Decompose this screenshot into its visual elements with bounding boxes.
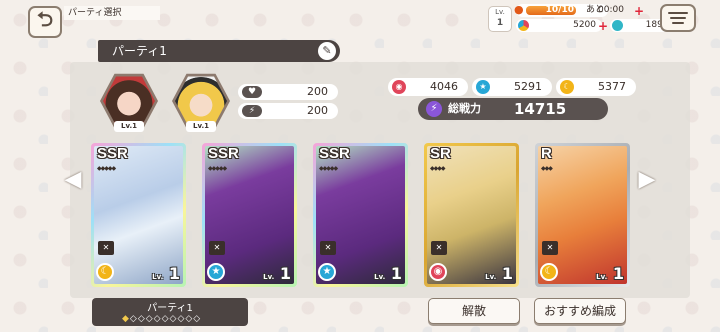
- menu-line-icon: [672, 22, 684, 24]
- screen-title: パーティ選択: [64, 6, 160, 20]
- card-rarity: SSR: [319, 145, 350, 162]
- moon-icon: ☾: [560, 80, 574, 94]
- heart-icon: ♥: [242, 86, 262, 98]
- gem-icon: [612, 20, 623, 31]
- card-rarity: SR: [430, 145, 451, 162]
- party-selector-tab[interactable]: パーティ1 ◆◇◇◇◇◇◇◇◇◇: [92, 298, 248, 326]
- card-level: Lv. 1: [263, 264, 291, 283]
- hp-stat: ♥ 200: [238, 84, 338, 100]
- card-level: Lv. 1: [152, 264, 180, 283]
- coin-value: 5200: [573, 20, 596, 30]
- cost-value: 200: [307, 104, 328, 117]
- moon-type-icon: ☾: [96, 263, 114, 281]
- card-stars-icon: ◆◆◆: [541, 165, 553, 172]
- card-level-label: Lv.: [485, 273, 497, 281]
- card-level-value: 1: [390, 264, 402, 283]
- coin-icon: [518, 20, 529, 31]
- leader-level: Lv.1: [114, 121, 144, 132]
- edit-name-icon[interactable]: ✎: [318, 42, 336, 60]
- party-card-2[interactable]: SSR ◆◆◆◆◆ ✕ ★ Lv. 1: [202, 143, 297, 287]
- card-level: Lv. 1: [374, 264, 402, 283]
- card-stars-icon: ◆◆◆◆: [430, 165, 446, 172]
- leader-slot-2[interactable]: Lv.1: [172, 72, 230, 132]
- card-level: Lv. 1: [485, 264, 513, 283]
- party-card-4[interactable]: SR ◆◆◆◆ ✕ ◉ Lv. 1: [424, 143, 519, 287]
- card-stars-icon: ◆◆◆◆◆: [208, 165, 227, 172]
- party-name-bar: パーティ1: [98, 40, 340, 62]
- card-level-label: Lv.: [152, 273, 164, 281]
- card-rarity: R: [541, 145, 552, 162]
- disband-button[interactable]: 解散: [428, 298, 520, 324]
- cost-stat: ⚡ 200: [238, 103, 338, 119]
- card-skill-icon: ✕: [542, 241, 558, 255]
- card-level: Lv. 1: [596, 264, 624, 283]
- total-power-bar: ⚡ 総戦力 14715: [418, 98, 608, 120]
- back-arrow-icon: ⮌: [36, 7, 54, 31]
- total-power-value: 14715: [514, 100, 567, 118]
- lightning-icon: ⚡: [426, 101, 442, 117]
- menu-line-icon: [670, 17, 686, 19]
- card-level-value: 1: [279, 264, 291, 283]
- blue-stat-value: 5291: [514, 80, 542, 93]
- red-type-icon: ◉: [392, 80, 406, 94]
- prev-party-arrow-icon[interactable]: ◀: [64, 166, 82, 194]
- next-party-arrow-icon[interactable]: ▶: [638, 166, 656, 194]
- star-type-icon: ★: [207, 263, 225, 281]
- add-coin-button[interactable]: +: [598, 20, 608, 32]
- star-icon: ★: [476, 80, 490, 94]
- blue-stat: ★ 5291: [472, 78, 552, 96]
- leader-slot-1[interactable]: Lv.1: [100, 72, 158, 132]
- card-stars-icon: ◆◆◆◆◆: [319, 165, 338, 172]
- card-level-value: 1: [612, 264, 624, 283]
- card-level-label: Lv.: [263, 273, 275, 281]
- card-level-label: Lv.: [596, 273, 608, 281]
- party-page-dots-icon: ◆◇◇◇◇◇◇◇◇◇: [122, 314, 202, 324]
- stamina-value: 10/10: [545, 5, 574, 15]
- add-stamina-button[interactable]: +: [634, 5, 644, 17]
- party-card-3[interactable]: SSR ◆◆◆◆◆ ✕ ★ Lv. 1: [313, 143, 408, 287]
- card-skill-icon: ✕: [209, 241, 225, 255]
- flame-icon: ●: [514, 3, 524, 16]
- party-card-1[interactable]: SSR ◆◆◆◆◆ ✕ ☾ Lv. 1: [91, 143, 186, 287]
- player-level-label: Lv.: [495, 8, 505, 16]
- card-level-label: Lv.: [374, 273, 386, 281]
- card-skill-icon: ✕: [98, 241, 114, 255]
- card-level-value: 1: [501, 264, 513, 283]
- red-stat: ◉ 4046: [388, 78, 468, 96]
- recommend-formation-button[interactable]: おすすめ編成: [534, 298, 626, 324]
- card-skill-icon: ✕: [320, 241, 336, 255]
- card-level-value: 1: [168, 264, 180, 283]
- total-power-label: 総戦力: [448, 102, 481, 115]
- card-skill-icon: ✕: [431, 241, 447, 255]
- back-button[interactable]: ⮌: [28, 6, 62, 38]
- red-type-icon: ◉: [429, 263, 447, 281]
- yellow-stat-value: 5377: [598, 80, 626, 93]
- timer-value: 00:00: [598, 5, 624, 15]
- card-rarity: SSR: [208, 145, 239, 162]
- player-level-value: 1: [496, 18, 504, 28]
- star-type-icon: ★: [318, 263, 336, 281]
- card-stars-icon: ◆◆◆◆◆: [97, 165, 116, 172]
- menu-button[interactable]: [660, 4, 696, 32]
- hp-value: 200: [307, 85, 328, 98]
- party-tab-label: パーティ1: [147, 303, 193, 314]
- moon-type-icon: ☾: [540, 263, 558, 281]
- yellow-stat: ☾ 5377: [556, 78, 636, 96]
- card-rarity: SSR: [97, 145, 128, 162]
- bolt-icon: ⚡: [242, 105, 262, 117]
- menu-line-icon: [668, 12, 688, 14]
- leader-level: Lv.1: [186, 121, 216, 132]
- coin-display: 5200: [516, 19, 602, 32]
- player-level: Lv. 1: [488, 6, 512, 32]
- party-card-5[interactable]: R ◆◆◆ ✕ ☾ Lv. 1: [535, 143, 630, 287]
- red-stat-value: 4046: [430, 80, 458, 93]
